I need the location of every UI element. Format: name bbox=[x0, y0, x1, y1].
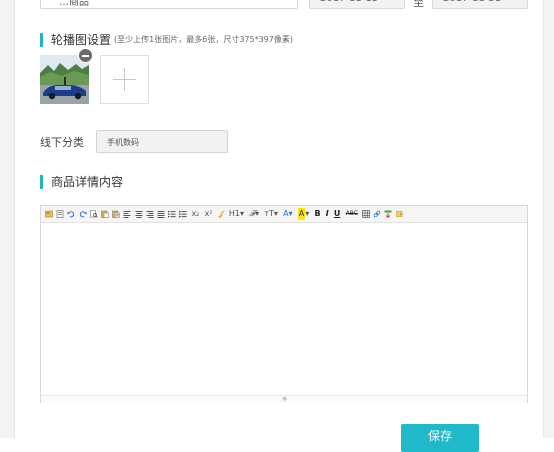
section-accent-bar bbox=[40, 174, 43, 189]
link-icon[interactable] bbox=[373, 208, 381, 220]
category-label: 线下分类 bbox=[40, 136, 84, 149]
undo-icon[interactable] bbox=[67, 208, 75, 220]
align-left-icon[interactable] bbox=[123, 208, 131, 220]
find-icon[interactable] bbox=[89, 208, 98, 220]
editor-content-area[interactable] bbox=[41, 223, 527, 395]
start-date-input[interactable]: 2017-11-13 bbox=[309, 0, 405, 9]
rich-text-editor[interactable]: x₂ x² H1 ▾ 𝓕 ▾ тT ▾ A ▾ A ▾ B I U ABC ✥ bbox=[40, 205, 528, 403]
add-image-button[interactable] bbox=[100, 55, 149, 104]
carousel-section-header: 轮播图设置 (至少上传1张图片，最多6张，尺寸375*397像素) bbox=[40, 31, 293, 48]
subscript-button[interactable]: x₂ bbox=[190, 208, 200, 220]
bold-button[interactable]: B bbox=[313, 208, 321, 220]
font-color-label: A bbox=[283, 209, 289, 218]
section-accent-bar bbox=[40, 32, 43, 47]
unordered-list-icon[interactable] bbox=[179, 208, 187, 220]
editor-toolbar: x₂ x² H1 ▾ 𝓕 ▾ тT ▾ A ▾ A ▾ B I U ABC bbox=[41, 206, 527, 223]
date-range-separator: 至 bbox=[413, 0, 424, 9]
underline-button[interactable]: U bbox=[333, 208, 342, 220]
font-size-dropdown[interactable]: тT ▾ bbox=[263, 208, 279, 220]
heading-dropdown[interactable]: H1 ▾ bbox=[228, 208, 245, 220]
italic-button[interactable]: I bbox=[325, 208, 330, 220]
editor-resize-bar[interactable]: ✥ bbox=[41, 395, 527, 403]
background-color-button[interactable]: A ▾ bbox=[297, 208, 311, 220]
plus-icon bbox=[113, 68, 136, 91]
carousel-size-hint: (至少上传1张图片，最多6张，尺寸375*397像素) bbox=[114, 35, 293, 44]
product-name-input[interactable]: …商品 bbox=[40, 0, 298, 9]
end-date-input[interactable]: 2017-11-31 bbox=[432, 0, 528, 9]
details-section-header: 商品详情内容 bbox=[40, 173, 123, 190]
emoticon-icon[interactable] bbox=[395, 208, 404, 220]
heading-label: H1 bbox=[228, 209, 241, 218]
carousel-image-thumbnail[interactable] bbox=[40, 55, 89, 104]
strikethrough-button[interactable]: ABC bbox=[345, 208, 359, 220]
align-center-icon[interactable] bbox=[135, 208, 143, 220]
font-size-label: тT bbox=[264, 209, 274, 218]
superscript-button[interactable]: x² bbox=[204, 208, 214, 220]
details-section-title: 商品详情内容 bbox=[51, 175, 124, 189]
remove-image-icon[interactable] bbox=[79, 49, 92, 62]
font-family-label: 𝓕 bbox=[249, 209, 256, 218]
align-justify-icon[interactable] bbox=[157, 208, 165, 220]
left-gutter bbox=[0, 0, 15, 438]
carousel-section-title: 轮播图设置 bbox=[51, 33, 112, 47]
font-family-dropdown[interactable]: 𝓕 ▾ bbox=[248, 208, 260, 220]
right-scrollbar-track[interactable] bbox=[543, 0, 554, 438]
paste-text-icon[interactable] bbox=[112, 208, 120, 220]
save-button[interactable]: 保存 bbox=[401, 424, 479, 452]
format-brush-icon[interactable] bbox=[217, 208, 225, 220]
category-select[interactable]: 手机数码 bbox=[96, 130, 228, 153]
ordered-list-icon[interactable] bbox=[168, 208, 176, 220]
car-photo-image bbox=[40, 55, 89, 104]
table-icon[interactable] bbox=[362, 208, 370, 220]
redo-icon[interactable] bbox=[79, 208, 87, 220]
align-right-icon[interactable] bbox=[146, 208, 154, 220]
save-doc-icon[interactable] bbox=[56, 208, 64, 220]
bg-color-label: A bbox=[297, 208, 306, 220]
paste-icon[interactable] bbox=[101, 208, 109, 220]
resize-grip-icon[interactable]: ✥ bbox=[282, 397, 287, 403]
insert-icon[interactable] bbox=[384, 208, 392, 220]
font-color-button[interactable]: A ▾ bbox=[282, 208, 294, 220]
source-code-icon[interactable] bbox=[45, 208, 53, 220]
